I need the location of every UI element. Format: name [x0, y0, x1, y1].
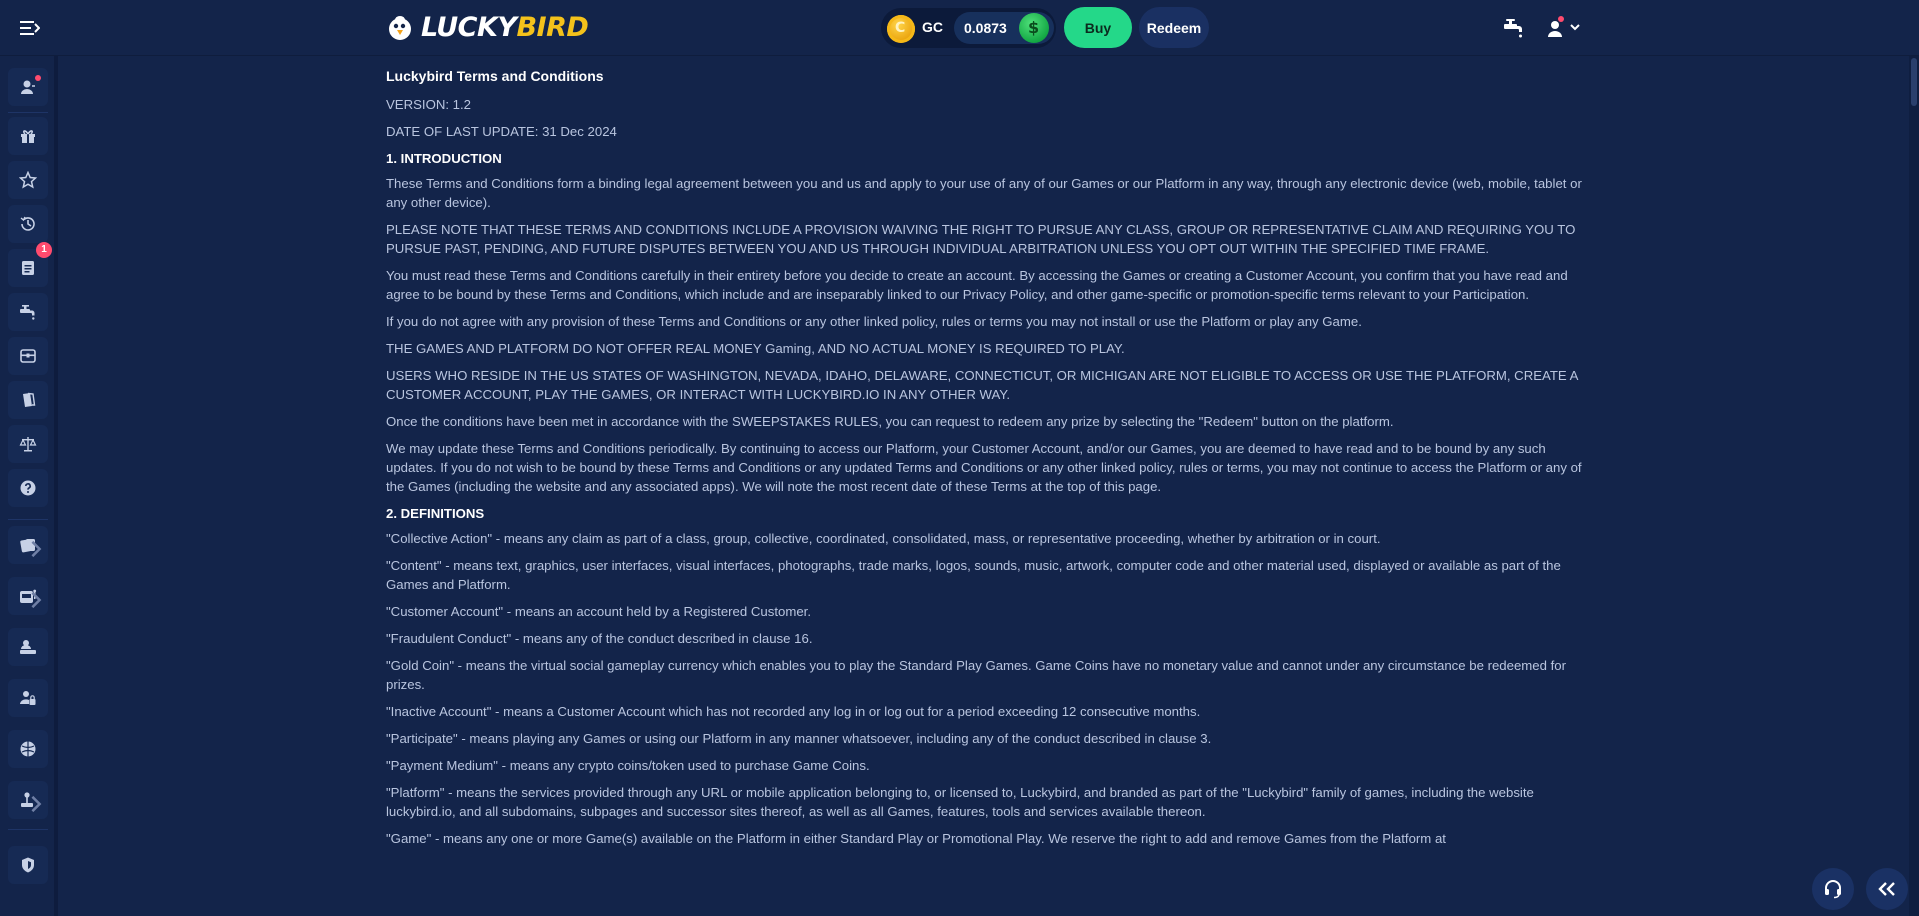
- logo[interactable]: LUCKYBIRD: [385, 11, 589, 43]
- paragraph: "Platform" - means the services provided…: [386, 785, 1534, 819]
- sidebar-item-security[interactable]: [8, 846, 48, 884]
- faucet-icon: [20, 305, 35, 320]
- logo-text: LUCKYBIRD: [421, 11, 589, 43]
- page-scrollbar[interactable]: [1909, 56, 1919, 916]
- balance-pill: 0.0873: [954, 12, 1054, 44]
- double-chevron-left-icon: [1878, 882, 1895, 896]
- sidebar-divider: [8, 112, 48, 113]
- sidebar-item-profile[interactable]: [8, 68, 48, 106]
- sidebar-item-cards[interactable]: [8, 526, 48, 564]
- paragraph: "Game" - means any one or more Game(s) a…: [386, 831, 1446, 846]
- sidebar-item-cases[interactable]: [8, 337, 48, 375]
- sidebar-divider: [8, 519, 48, 520]
- paragraph: Once the conditions have been met in acc…: [386, 414, 1394, 429]
- notification-dot: [1558, 16, 1564, 22]
- sidebar-item-help[interactable]: [8, 469, 48, 507]
- chevron-right-icon: [31, 795, 42, 813]
- paragraph: "Gold Coin" - means the virtual social g…: [386, 658, 1567, 692]
- sidebar-item-history[interactable]: [8, 205, 48, 243]
- sidebar-item-legal[interactable]: [8, 425, 48, 463]
- paragraph: "Participate" - means playing any Games …: [386, 731, 1212, 746]
- chevron-right-icon: [31, 540, 42, 558]
- section-heading: 1. INTRODUCTION: [386, 151, 502, 166]
- scroll-thumb[interactable]: [1911, 58, 1917, 106]
- list-icon: [22, 261, 34, 275]
- user-menu-button[interactable]: [1545, 16, 1585, 40]
- last-update-text: DATE OF LAST UPDATE: 31 Dec 2024: [386, 124, 617, 139]
- chevron-down-icon: [1570, 24, 1580, 31]
- sidebar-item-live[interactable]: [8, 628, 48, 666]
- balance-value: 0.0873: [964, 20, 1007, 36]
- sidebar-item-sports[interactable]: [8, 730, 48, 768]
- paragraph: "Collective Action" - means any claim as…: [386, 531, 1381, 546]
- shield-icon: [22, 857, 34, 873]
- sidebar-item-rewards[interactable]: [8, 117, 48, 155]
- gift-icon: [21, 130, 35, 143]
- user-icon: [1548, 21, 1562, 37]
- notification-dot: [35, 75, 41, 81]
- paragraph: "Inactive Account" - means a Customer Ac…: [386, 704, 1201, 719]
- buy-button[interactable]: Buy: [1064, 7, 1132, 48]
- collapse-button[interactable]: [1866, 868, 1908, 910]
- user-icon: [21, 80, 35, 94]
- help-icon: [20, 480, 36, 496]
- sidebar-item-slots[interactable]: [8, 577, 48, 615]
- section-heading: 2. DEFINITIONS: [386, 506, 485, 521]
- redeem-button[interactable]: Redeem: [1139, 7, 1209, 48]
- paragraph: These Terms and Conditions form a bindin…: [386, 176, 1582, 210]
- gold-coin-icon: [887, 15, 915, 43]
- sidebar: 1: [0, 56, 57, 916]
- money-bag-icon: [1019, 13, 1049, 43]
- paragraph: If you do not agree with any provision o…: [386, 314, 1362, 329]
- paragraph: "Payment Medium" - means any crypto coin…: [386, 758, 870, 773]
- dealer-icon: [20, 640, 36, 654]
- version-text: VERSION: 1.2: [386, 97, 472, 112]
- currency-label: GC: [922, 19, 943, 35]
- tasks-badge: 1: [36, 242, 52, 258]
- box-icon: [20, 349, 36, 363]
- paragraph: "Fraudulent Conduct" - means any of the …: [386, 631, 813, 646]
- sidebar-divider: [8, 829, 48, 830]
- wallet[interactable]: GC 0.0873: [881, 8, 1056, 48]
- headset-icon: [1825, 880, 1841, 899]
- sidebar-item-originals[interactable]: [8, 781, 48, 819]
- history-icon: [20, 216, 35, 231]
- paragraph: USERS WHO RESIDE IN THE US STATES OF WAS…: [386, 368, 1578, 402]
- sidebar-item-docs[interactable]: [8, 381, 48, 419]
- support-button[interactable]: [1812, 868, 1854, 910]
- sidebar-item-faucet[interactable]: [8, 293, 48, 331]
- paragraph: "Content" - means text, graphics, user i…: [386, 558, 1561, 592]
- paragraph: We may update these Terms and Conditions…: [386, 441, 1582, 494]
- top-bar: LUCKYBIRD GC 0.0873 Buy Redeem: [0, 0, 1919, 56]
- sidebar-scroll-rail[interactable]: [54, 56, 58, 916]
- paragraph: "Customer Account" - means an account he…: [386, 604, 811, 619]
- scales-icon: [19, 437, 37, 452]
- document-icon: [23, 392, 36, 407]
- ball-icon: [20, 741, 36, 757]
- bird-logo-icon: [389, 16, 411, 40]
- paragraph: You must read these Terms and Conditions…: [386, 268, 1568, 302]
- menu-toggle-icon[interactable]: [20, 19, 40, 37]
- paragraph: PLEASE NOTE THAT THESE TERMS AND CONDITI…: [386, 222, 1576, 256]
- sidebar-item-vip[interactable]: [8, 679, 48, 717]
- sidebar-item-favorites[interactable]: [8, 161, 48, 199]
- sidebar-item-tasks[interactable]: 1: [8, 242, 52, 287]
- page-title: Luckybird Terms and Conditions: [386, 68, 604, 84]
- star-icon: [19, 171, 37, 189]
- faucet-icon[interactable]: [1502, 17, 1524, 39]
- paragraph: THE GAMES AND PLATFORM DO NOT OFFER REAL…: [386, 341, 1125, 356]
- lock-person-icon: [20, 691, 36, 705]
- chevron-right-icon: [31, 591, 42, 609]
- terms-content: Luckybird Terms and Conditions VERSION: …: [386, 56, 1591, 916]
